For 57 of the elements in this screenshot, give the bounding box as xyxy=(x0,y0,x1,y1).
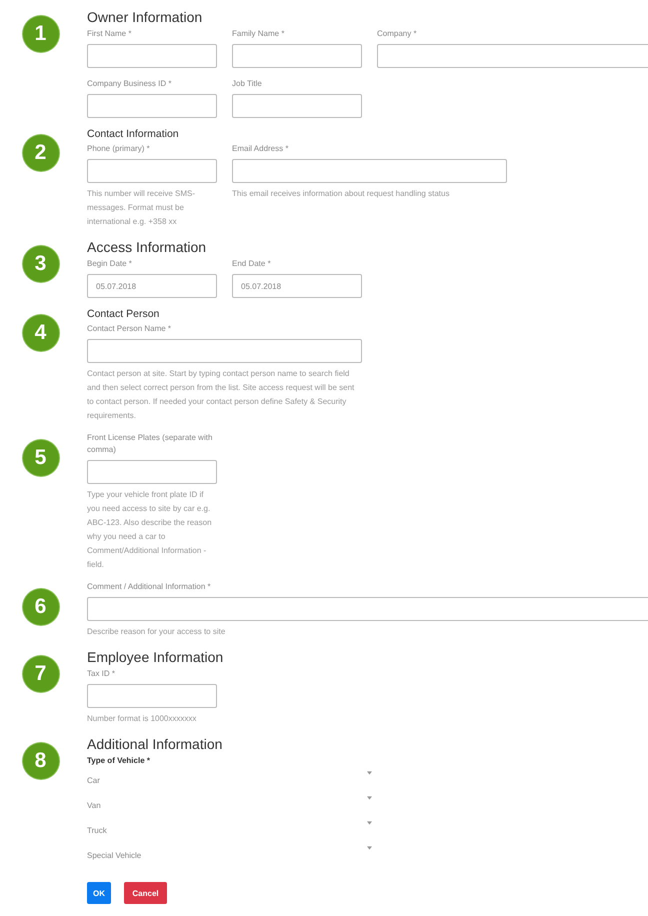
help-text: This email receives information about request handling status xyxy=(232,188,450,200)
help-text: This number will receive SMS-messages. Format must be international e.g. +358 xx xyxy=(87,188,196,228)
caret-icon[interactable] xyxy=(367,846,372,850)
field-label: First Name * xyxy=(87,28,132,40)
step-number-badge: 3 xyxy=(22,246,58,282)
input-field[interactable] xyxy=(87,44,217,68)
field-label: Company * xyxy=(377,28,418,40)
field-label: End Date * xyxy=(232,258,272,270)
input-field[interactable] xyxy=(87,684,217,708)
field-label: Family Name * xyxy=(232,28,286,40)
input-field[interactable] xyxy=(377,44,648,68)
cancel-button[interactable]: Cancel xyxy=(124,882,167,904)
field-label: Phone (primary) * xyxy=(87,143,151,155)
step-number-badge: 7 xyxy=(22,656,58,692)
field-label: Type of Vehicle * xyxy=(87,755,151,767)
field-label: Job Title xyxy=(232,78,263,90)
vehicle-option[interactable]: Car xyxy=(87,775,100,787)
vehicle-option[interactable]: Special Vehicle xyxy=(87,850,142,862)
step-number-badge: 6 xyxy=(22,589,58,625)
field-label: Comment / Additional Information * xyxy=(87,581,212,593)
section-title: Contact Person xyxy=(87,307,160,321)
help-text: Describe reason for your access to site xyxy=(87,626,226,638)
input-field[interactable] xyxy=(87,339,362,363)
caret-icon[interactable] xyxy=(367,771,372,775)
caret-icon[interactable] xyxy=(367,821,372,825)
input-field[interactable] xyxy=(232,94,362,118)
field-label: Begin Date * xyxy=(87,258,133,270)
section-title: Employee Information xyxy=(87,648,224,666)
step-number-badge: 8 xyxy=(22,743,58,779)
section-title: Contact Information xyxy=(87,127,180,141)
section-title: Additional Information xyxy=(87,735,224,753)
ok-button[interactable]: OK xyxy=(87,882,111,904)
vehicle-option[interactable]: Truck xyxy=(87,825,107,837)
field-label: Front License Plates (separate with comma) xyxy=(87,432,214,456)
caret-icon[interactable] xyxy=(367,796,372,800)
help-text: Contact person at site. Start by typing contact person name to search field and then select correct person from the list. Site access request will be sent to contact person. If needed your contact person define Safety & Security requirements. xyxy=(87,368,356,422)
help-text: Type your vehicle front plate ID if you need access to site by car e.g. ABC-123. Also describe the reason why you need a car to Comment/Additional Information -field. xyxy=(87,489,213,571)
help-text: Number format is 1000xxxxxxx xyxy=(87,713,198,725)
input-field[interactable] xyxy=(232,44,362,68)
input-field[interactable]: 05.07.2018 xyxy=(87,274,217,298)
step-number-badge: 1 xyxy=(22,16,58,52)
field-label: Company Business ID * xyxy=(87,78,172,90)
input-field[interactable] xyxy=(232,159,507,183)
input-field[interactable] xyxy=(87,94,217,118)
input-field[interactable] xyxy=(87,460,217,484)
field-label: Email Address * xyxy=(232,143,290,155)
step-number-badge: 2 xyxy=(22,135,58,171)
field-label: Tax ID * xyxy=(87,668,116,680)
step-number-badge: 5 xyxy=(22,440,58,476)
section-title: Owner Information xyxy=(87,8,204,26)
input-field[interactable] xyxy=(87,159,217,183)
vehicle-option[interactable]: Van xyxy=(87,800,101,812)
input-field[interactable]: 05.07.2018 xyxy=(232,274,362,298)
section-title: Access Information xyxy=(87,238,208,256)
step-number-badge: 4 xyxy=(22,315,58,351)
field-label: Contact Person Name * xyxy=(87,323,172,335)
input-field[interactable] xyxy=(87,597,648,621)
